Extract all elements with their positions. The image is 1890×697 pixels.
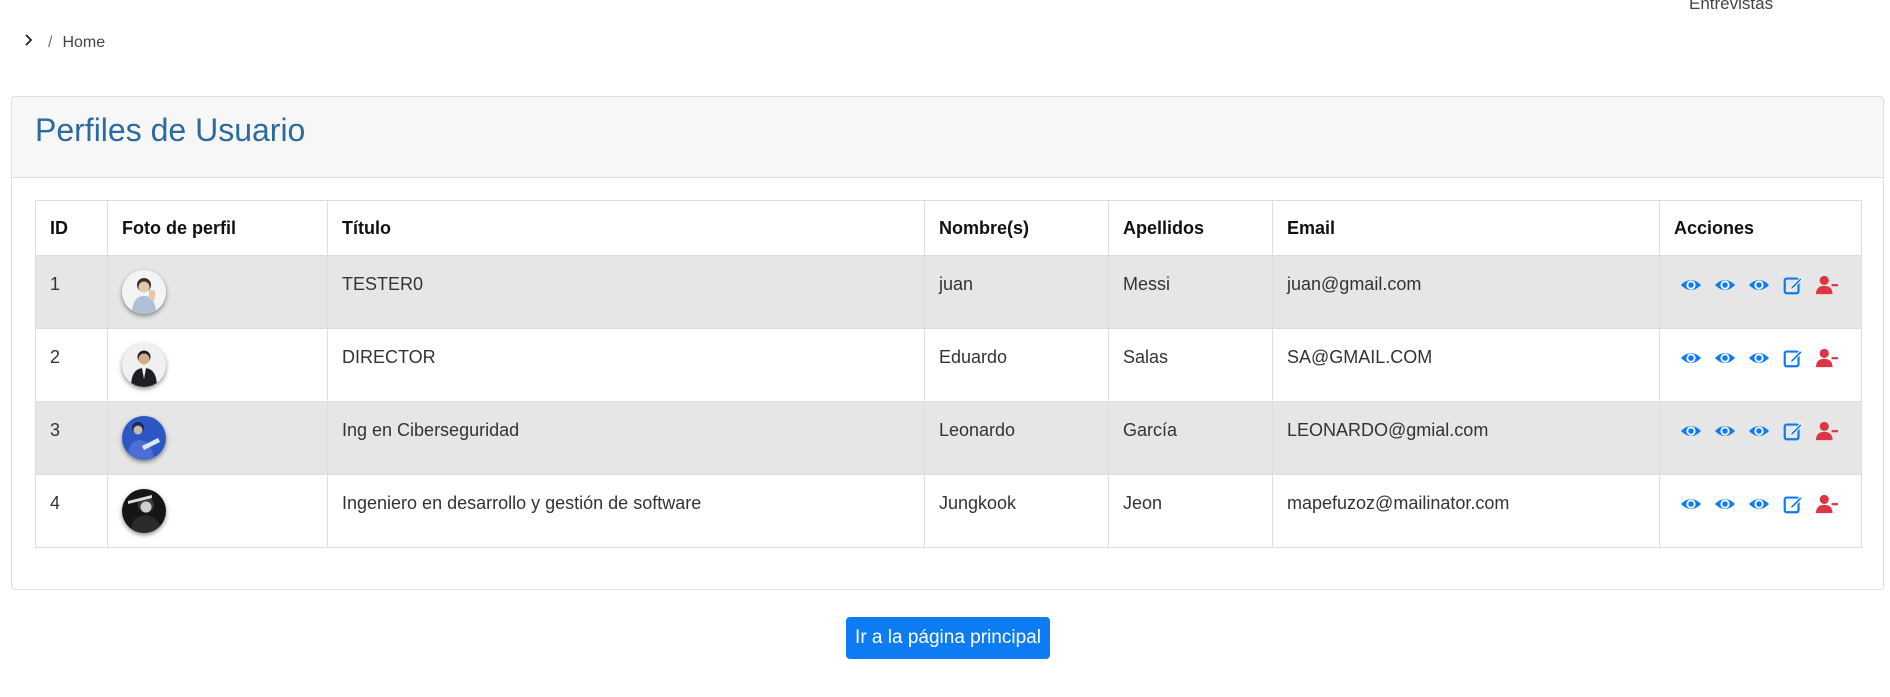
cell-photo: [107, 401, 328, 475]
edit-icon[interactable]: [1782, 274, 1804, 296]
cell-lastname: García: [1108, 401, 1273, 475]
breadcrumb-separator: /: [48, 34, 53, 51]
card-header: Perfiles de Usuario: [12, 97, 1883, 178]
user-minus-icon[interactable]: [1816, 420, 1838, 442]
header-photo: Foto de perfil: [107, 200, 328, 256]
cell-actions: [1659, 255, 1862, 329]
cell-name: Eduardo: [924, 328, 1109, 402]
cell-title: DIRECTOR: [327, 328, 925, 402]
table-row: 2 DIRECTOR Eduardo Salas SA@GMAIL.COM: [35, 328, 1862, 402]
avatar: [122, 270, 166, 314]
view-eye-icon[interactable]: [1748, 420, 1770, 442]
cell-photo: [107, 255, 328, 329]
header-lastname: Apellidos: [1108, 200, 1273, 256]
cell-lastname: Salas: [1108, 328, 1273, 402]
go-home-button[interactable]: Ir a la página principal: [846, 617, 1050, 659]
profiles-card: Perfiles de Usuario ID Foto de perfil Tí…: [11, 96, 1884, 590]
cell-email: mapefuzoz@mailinator.com: [1272, 474, 1660, 548]
table-row: 3 Ing en Ciberseguridad Leonardo García …: [35, 401, 1862, 475]
cell-name: Leonardo: [924, 401, 1109, 475]
cell-title: Ingeniero en desarrollo y gestión de sof…: [327, 474, 925, 548]
cell-actions: [1659, 401, 1862, 475]
header-actions: Acciones: [1659, 200, 1862, 256]
avatar: [122, 489, 166, 533]
header-email: Email: [1272, 200, 1660, 256]
view-eye-icon[interactable]: [1714, 274, 1736, 296]
cell-email: juan@gmail.com: [1272, 255, 1660, 329]
view-eye-icon[interactable]: [1714, 493, 1736, 515]
chevron-right-icon[interactable]: [22, 33, 36, 47]
user-minus-icon[interactable]: [1816, 493, 1838, 515]
breadcrumb-home[interactable]: Home: [62, 34, 105, 52]
avatar: [122, 416, 166, 460]
edit-icon[interactable]: [1782, 420, 1804, 442]
table-header-row: ID Foto de perfil Título Nombre(s) Apell…: [35, 200, 1862, 256]
header-name: Nombre(s): [924, 200, 1109, 256]
view-eye-icon[interactable]: [1748, 493, 1770, 515]
cell-photo: [107, 474, 328, 548]
cell-id: 1: [35, 255, 108, 329]
user-minus-icon[interactable]: [1816, 347, 1838, 369]
avatar: [122, 343, 166, 387]
cell-lastname: Jeon: [1108, 474, 1273, 548]
cell-id: 3: [35, 401, 108, 475]
cell-photo: [107, 328, 328, 402]
table-row: 1 TESTER0 juan Messi juan@gmail.com: [35, 255, 1862, 329]
view-eye-icon[interactable]: [1680, 420, 1702, 442]
cell-email: SA@GMAIL.COM: [1272, 328, 1660, 402]
view-eye-icon[interactable]: [1714, 347, 1736, 369]
edit-icon[interactable]: [1782, 347, 1804, 369]
cell-id: 4: [35, 474, 108, 548]
view-eye-icon[interactable]: [1680, 274, 1702, 296]
page-title: Perfiles de Usuario: [35, 112, 306, 148]
cell-title: Ing en Ciberseguridad: [327, 401, 925, 475]
view-eye-icon[interactable]: [1748, 347, 1770, 369]
header-title: Título: [327, 200, 925, 256]
view-eye-icon[interactable]: [1680, 347, 1702, 369]
breadcrumb: / Home: [22, 34, 105, 52]
cell-email: LEONARDO@gmial.com: [1272, 401, 1660, 475]
header-id: ID: [35, 200, 108, 256]
edit-icon[interactable]: [1782, 493, 1804, 515]
cell-actions: [1659, 474, 1862, 548]
cell-title: TESTER0: [327, 255, 925, 329]
top-nav-entrevistas[interactable]: Entrevistas: [1689, 0, 1773, 14]
cell-lastname: Messi: [1108, 255, 1273, 329]
table-row: 4 Ingeniero en desarrollo y gestión de s…: [35, 474, 1862, 548]
cell-id: 2: [35, 328, 108, 402]
view-eye-icon[interactable]: [1714, 420, 1736, 442]
cell-name: juan: [924, 255, 1109, 329]
view-eye-icon[interactable]: [1748, 274, 1770, 296]
profiles-table: ID Foto de perfil Título Nombre(s) Apell…: [35, 200, 1862, 548]
cell-actions: [1659, 328, 1862, 402]
view-eye-icon[interactable]: [1680, 493, 1702, 515]
cell-name: Jungkook: [924, 474, 1109, 548]
user-minus-icon[interactable]: [1816, 274, 1838, 296]
